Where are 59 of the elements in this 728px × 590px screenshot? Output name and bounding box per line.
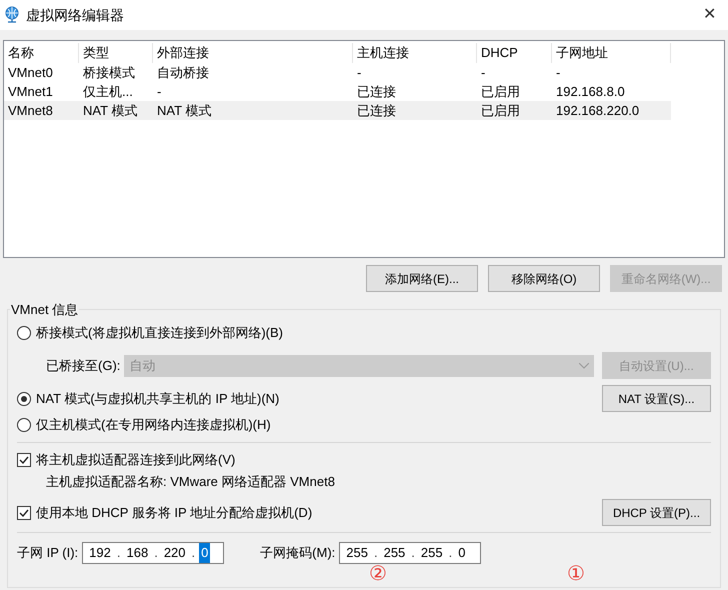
- subnet-mask-label: 子网掩码(M):: [260, 544, 336, 562]
- subnet-ip-field[interactable]: 192 . 168 . 220 . 0: [82, 542, 224, 564]
- radio-label: 桥接模式(将虚拟机直接连接到外部网络)(B): [36, 324, 283, 342]
- radio-label: 仅主机模式(在专用网络内连接虚拟机)(H): [36, 416, 271, 434]
- table-row[interactable]: VMnet8 NAT 模式 NAT 模式 已连接 已启用 192.168.220.0: [4, 101, 671, 120]
- checkbox-label: 使用本地 DHCP 服务将 IP 地址分配给虚拟机(D): [36, 504, 312, 522]
- adapter-name: 主机虚拟适配器名称: VMware 网络适配器 VMnet8: [46, 473, 336, 492]
- column-header[interactable]: 主机连接: [353, 43, 477, 63]
- ip-separator: .: [153, 544, 159, 562]
- ip-separator: .: [190, 544, 196, 562]
- table-cell-text: -: [356, 64, 362, 82]
- window-title: 虚拟网络编辑器: [26, 6, 124, 24]
- table-cell-text: -: [156, 82, 162, 101]
- table-cell-text: VMnet1: [7, 82, 54, 101]
- table-row[interactable]: VMnet0 桥接模式 自动桥接 - - -: [4, 63, 671, 82]
- table-cell-text: 仅主机...: [82, 82, 134, 101]
- table-cell-text: 桥接模式: [82, 64, 136, 82]
- checkbox[interactable]: [17, 506, 31, 520]
- table-cell-text: NAT 模式: [82, 102, 138, 120]
- globe-icon: [4, 6, 20, 24]
- table-cell-text: 自动桥接: [156, 64, 210, 82]
- column-header[interactable]: DHCP: [477, 43, 552, 63]
- table-row[interactable]: VMnet1 仅主机... - 已连接 已启用 192.168.8.0: [4, 82, 671, 101]
- table-cell-text: 已启用: [480, 82, 521, 101]
- ip-separator: .: [116, 544, 122, 562]
- subnet-mask-field[interactable]: 255 . 255 . 255 . 0: [339, 542, 482, 564]
- table-cell-text: 已连接: [356, 82, 397, 101]
- column-header[interactable]: 外部连接: [153, 43, 353, 63]
- radio-button[interactable]: [17, 392, 31, 406]
- bridged-label: 已桥接至(G):: [46, 356, 120, 375]
- table-cell-text: 192.168.8.0: [555, 82, 626, 101]
- table-cell-text: -: [555, 64, 562, 82]
- checkbox-label: 将主机虚拟适配器连接到此网络(V): [36, 451, 236, 470]
- ip-separator: .: [372, 544, 379, 562]
- table-cell-text: 已连接: [356, 102, 397, 120]
- radio-button[interactable]: [17, 326, 31, 340]
- ip-separator: .: [448, 544, 454, 562]
- checkbox[interactable]: [17, 453, 31, 467]
- button[interactable]: 移除网络(O): [488, 265, 600, 292]
- table-cell-text: VMnet8: [7, 102, 54, 120]
- table-cell-text: NAT 模式: [156, 102, 212, 120]
- close-button[interactable]: ✕: [695, 3, 724, 27]
- table-cell-text: 已启用: [480, 102, 521, 120]
- button[interactable]: 添加网络(E)...: [366, 265, 478, 292]
- radio-label: NAT 模式(与虚拟机共享主机的 IP 地址)(N): [36, 390, 280, 408]
- table-cell-text: -: [480, 64, 486, 82]
- annotation-number: ②: [369, 564, 387, 584]
- ip-separator: .: [410, 544, 416, 562]
- column-header[interactable]: 名称: [4, 43, 79, 63]
- radio-button[interactable]: [17, 418, 31, 432]
- table-cell-text: 192.168.220.0: [555, 102, 640, 120]
- subnet-ip-label: 子网 IP (I):: [17, 544, 78, 562]
- chevron-down-icon: [579, 362, 590, 368]
- button[interactable]: DHCP 设置(P)...: [602, 499, 711, 526]
- table-cell-text: VMnet0: [7, 64, 54, 82]
- annotation-number: ①: [567, 564, 585, 584]
- column-header[interactable]: 子网地址: [552, 43, 671, 63]
- column-header[interactable]: 类型: [79, 43, 153, 63]
- button[interactable]: NAT 设置(S)...: [602, 385, 711, 412]
